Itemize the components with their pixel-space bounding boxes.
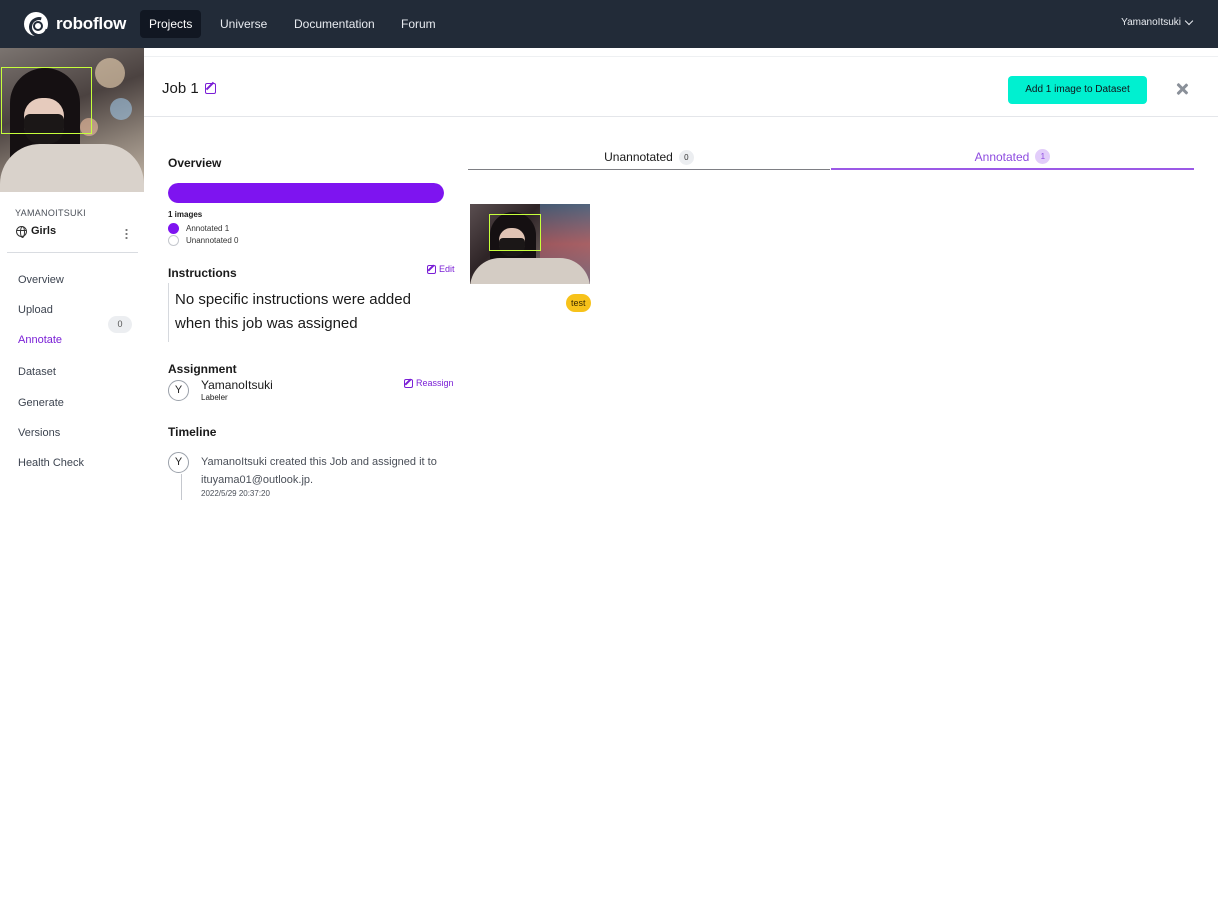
tab-unannotated[interactable]: Unannotated 0 xyxy=(468,145,830,170)
chevron-down-icon xyxy=(1184,16,1194,26)
overview-title: Overview xyxy=(168,156,222,170)
edit-icon xyxy=(427,264,436,274)
image-tag[interactable]: test xyxy=(566,294,591,312)
progress-fill xyxy=(168,183,444,203)
avatar: Y xyxy=(168,380,189,401)
images-count: 1 images xyxy=(168,210,203,219)
image-thumbnail[interactable] xyxy=(470,204,590,284)
globe-icon xyxy=(16,225,27,238)
project-thumbnail xyxy=(0,48,144,192)
timeline-title: Timeline xyxy=(168,425,217,439)
sidebar: YAMANOITSUKI Girls xyxy=(0,48,144,911)
avatar: Y xyxy=(168,452,189,473)
job-title: Job 1 xyxy=(162,80,216,97)
sidebar-item-generate[interactable]: Generate xyxy=(18,397,64,409)
tab-count-badge: 0 xyxy=(678,149,694,165)
user-menu[interactable]: YamanoItsuki xyxy=(1121,16,1194,28)
bounding-box xyxy=(489,214,541,251)
sidebar-item-health-check[interactable]: Health Check xyxy=(18,457,84,469)
more-options-icon[interactable] xyxy=(125,228,128,239)
annotated-dot-icon xyxy=(168,223,179,234)
nav-forum[interactable]: Forum xyxy=(392,10,445,38)
edit-icon xyxy=(404,378,413,388)
sidebar-item-overview[interactable]: Overview xyxy=(18,274,64,286)
roboflow-logo[interactable]: roboflow xyxy=(24,12,126,36)
divider xyxy=(7,252,138,253)
legend-annotated: Annotated 1 xyxy=(168,223,229,234)
project-owner: YAMANOITSUKI xyxy=(15,208,86,218)
reassign-link[interactable]: Reassign xyxy=(404,378,454,388)
reassign-label: Reassign xyxy=(416,378,454,388)
sidebar-item-dataset[interactable]: Dataset xyxy=(18,366,56,378)
job-header: Job 1 Add 1 image to Dataset xyxy=(144,56,1218,117)
tab-label: Unannotated xyxy=(604,150,673,164)
assignee-role: Labeler xyxy=(201,393,228,402)
dataset-count-badge: 0 xyxy=(108,316,132,333)
unannotated-label: Unannotated 0 xyxy=(186,236,239,245)
top-nav: roboflow Projects Universe Documentation… xyxy=(0,0,1218,48)
tab-label: Annotated xyxy=(974,149,1030,164)
timeline-connector xyxy=(181,474,182,500)
tab-count-badge: 1 xyxy=(1035,149,1051,164)
assignment-title: Assignment xyxy=(168,362,237,376)
tab-annotated[interactable]: Annotated 1 xyxy=(831,145,1194,170)
project-name-label: Girls xyxy=(31,225,57,237)
close-icon[interactable] xyxy=(1173,80,1191,98)
annotation-progress-bar xyxy=(168,183,444,203)
annotated-label: Annotated 1 xyxy=(186,224,230,233)
edit-label: Edit xyxy=(439,264,455,274)
timeline-event-text: YamanoItsuki created this Job and assign… xyxy=(201,456,437,486)
project-name[interactable]: Girls xyxy=(16,225,57,238)
legend-unannotated: Unannotated 0 xyxy=(168,235,239,246)
assignee-name: YamanoItsuki xyxy=(201,378,273,392)
nav-projects[interactable]: Projects xyxy=(140,10,202,38)
roboflow-logo-icon xyxy=(24,12,48,36)
brand-name: roboflow xyxy=(56,14,127,33)
sidebar-item-versions[interactable]: Versions xyxy=(18,427,60,439)
nav-universe[interactable]: Universe xyxy=(211,10,276,38)
add-to-dataset-button[interactable]: Add 1 image to Dataset xyxy=(1008,76,1147,104)
sidebar-item-upload[interactable]: Upload xyxy=(18,304,53,316)
nav-documentation[interactable]: Documentation xyxy=(285,10,384,38)
edit-instructions-link[interactable]: Edit xyxy=(427,264,455,274)
user-name: YamanoItsuki xyxy=(1121,17,1181,28)
instructions-title: Instructions xyxy=(168,266,237,280)
sidebar-item-annotate[interactable]: Annotate xyxy=(18,334,62,346)
unannotated-dot-icon xyxy=(168,235,179,246)
instructions-text: No specific instructions were added when… xyxy=(168,283,438,342)
job-title-text: Job 1 xyxy=(162,80,199,97)
edit-icon[interactable] xyxy=(204,83,216,94)
timeline-event-time: 2022/5/29 20:37:20 xyxy=(201,489,270,498)
bounding-box xyxy=(1,67,92,134)
